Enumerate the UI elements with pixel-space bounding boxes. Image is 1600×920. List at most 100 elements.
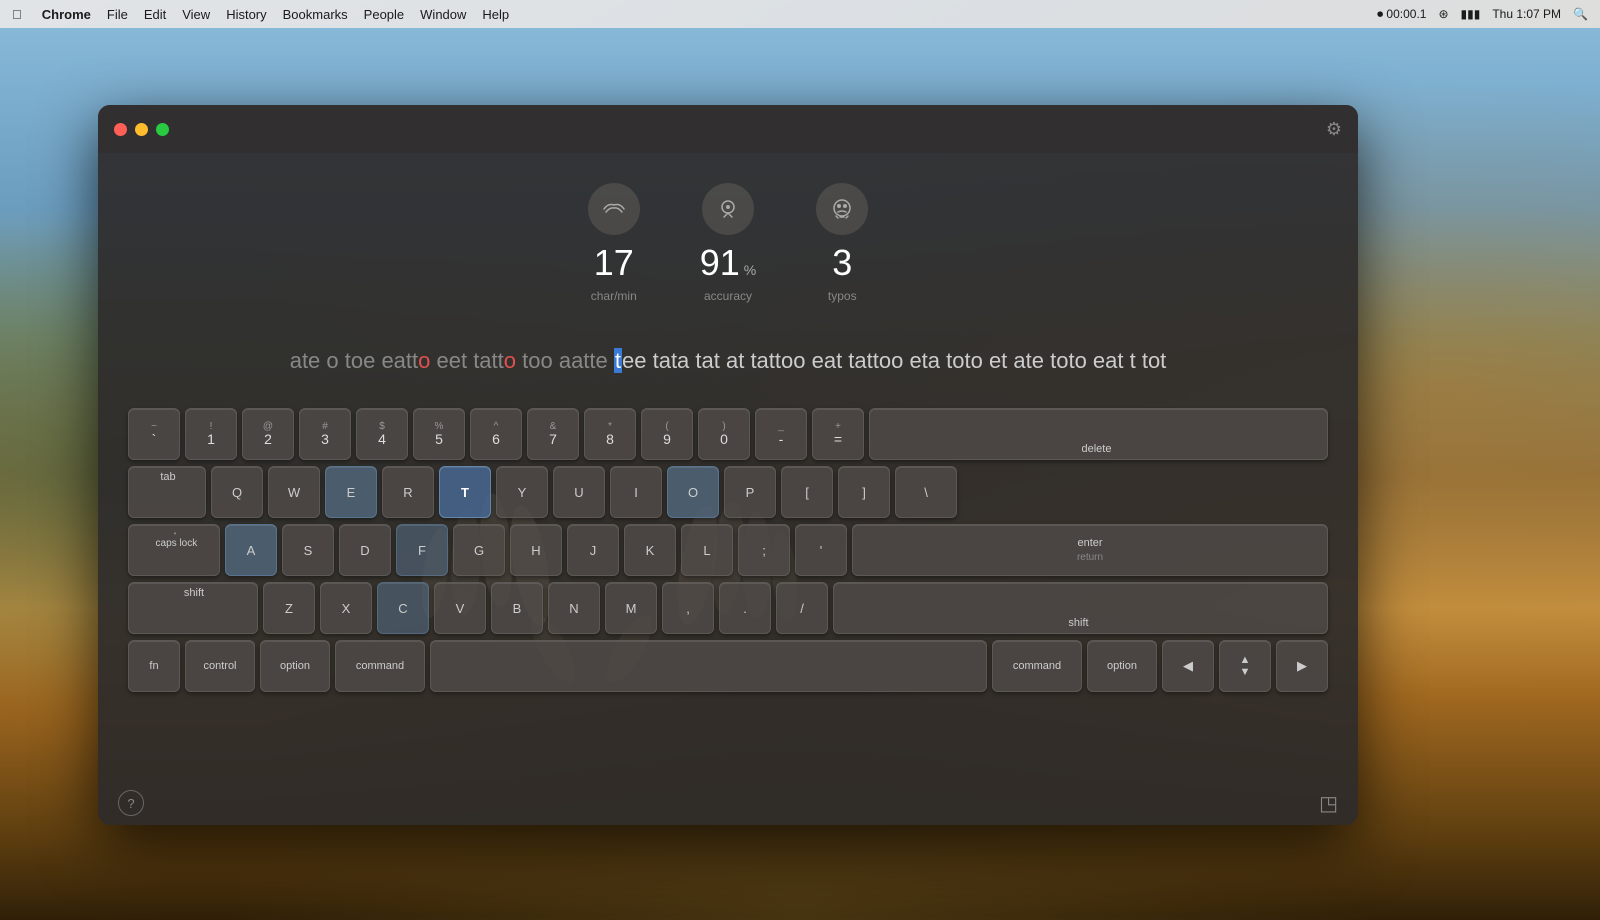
key-option-right[interactable]: option	[1087, 640, 1157, 692]
key-y[interactable]: Y	[496, 466, 548, 518]
key-s[interactable]: S	[282, 524, 334, 576]
key-equals[interactable]: +=	[812, 408, 864, 460]
key-5[interactable]: %5	[413, 408, 465, 460]
key-o[interactable]: O	[667, 466, 719, 518]
key-semicolon[interactable]: ;	[738, 524, 790, 576]
key-delete[interactable]: delete	[869, 408, 1328, 460]
timer-status: ⏺ 00:00.1	[1377, 7, 1426, 22]
title-bar: ⚙	[98, 105, 1358, 153]
menu-bar-left:  Chrome File Edit View History Bookmark…	[12, 7, 1377, 22]
key-b[interactable]: B	[491, 582, 543, 634]
key-a[interactable]: A	[225, 524, 277, 576]
key-x[interactable]: X	[320, 582, 372, 634]
typing-area: ate o toe eatto eet tatto too aatte tee …	[98, 323, 1358, 398]
key-7[interactable]: &7	[527, 408, 579, 460]
menu-chrome[interactable]: Chrome	[42, 7, 91, 22]
key-j[interactable]: J	[567, 524, 619, 576]
close-button[interactable]	[114, 123, 127, 136]
key-control[interactable]: control	[185, 640, 255, 692]
key-d[interactable]: D	[339, 524, 391, 576]
key-g[interactable]: G	[453, 524, 505, 576]
key-i[interactable]: I	[610, 466, 662, 518]
key-n[interactable]: N	[548, 582, 600, 634]
key-2[interactable]: @2	[242, 408, 294, 460]
key-3[interactable]: #3	[299, 408, 351, 460]
menu-file[interactable]: File	[107, 7, 128, 22]
key-row-numbers: ~` !1 @2 #3 $4 %5 ^6 &7 *8 (9 )0 _- += d…	[128, 408, 1328, 460]
key-spacebar[interactable]	[430, 640, 987, 692]
keyboard-container: ~` !1 @2 #3 $4 %5 ^6 &7 *8 (9 )0 _- += d…	[98, 398, 1358, 702]
key-backtick[interactable]: ~`	[128, 408, 180, 460]
key-p[interactable]: P	[724, 466, 776, 518]
key-shift-right[interactable]: shift	[833, 582, 1328, 634]
key-enter[interactable]: enter return	[852, 524, 1328, 576]
minimize-button[interactable]	[135, 123, 148, 136]
help-button[interactable]: ?	[118, 790, 144, 816]
maximize-button[interactable]	[156, 123, 169, 136]
key-8[interactable]: *8	[584, 408, 636, 460]
key-capslock[interactable]: • caps lock	[128, 524, 220, 576]
bottom-bar: ? ◳	[98, 781, 1358, 825]
key-command-right[interactable]: command	[992, 640, 1082, 692]
key-f[interactable]: F	[396, 524, 448, 576]
menu-people[interactable]: People	[364, 7, 404, 22]
menu-edit[interactable]: Edit	[144, 7, 166, 22]
key-r[interactable]: R	[382, 466, 434, 518]
key-shift-left[interactable]: shift	[128, 582, 258, 634]
key-6[interactable]: ^6	[470, 408, 522, 460]
key-4[interactable]: $4	[356, 408, 408, 460]
settings-icon[interactable]: ⚙	[1326, 119, 1342, 140]
key-q[interactable]: Q	[211, 466, 263, 518]
key-backslash[interactable]: \	[895, 466, 957, 518]
accuracy-icon	[702, 183, 754, 235]
menu-view[interactable]: View	[182, 7, 210, 22]
key-comma[interactable]: ,	[662, 582, 714, 634]
stat-speed: 17 char/min	[588, 183, 640, 303]
key-option-left[interactable]: option	[260, 640, 330, 692]
key-w[interactable]: W	[268, 466, 320, 518]
search-icon[interactable]: 🔍	[1573, 7, 1588, 21]
key-t[interactable]: T	[439, 466, 491, 518]
menu-bar:  Chrome File Edit View History Bookmark…	[0, 0, 1600, 28]
key-z[interactable]: Z	[263, 582, 315, 634]
key-close-bracket[interactable]: ]	[838, 466, 890, 518]
key-0[interactable]: )0	[698, 408, 750, 460]
key-9[interactable]: (9	[641, 408, 693, 460]
key-slash[interactable]: /	[776, 582, 828, 634]
key-l[interactable]: L	[681, 524, 733, 576]
stat-accuracy: 91 % accuracy	[700, 183, 757, 303]
key-h[interactable]: H	[510, 524, 562, 576]
traffic-lights	[114, 123, 169, 136]
key-arrow-right[interactable]: ▶	[1276, 640, 1328, 692]
key-1[interactable]: !1	[185, 408, 237, 460]
key-row-zxcv: shift Z X C V B N M , . / shift	[128, 582, 1328, 634]
speed-value: 17	[594, 245, 634, 281]
speed-label: char/min	[591, 289, 637, 303]
key-v[interactable]: V	[434, 582, 486, 634]
key-e[interactable]: E	[325, 466, 377, 518]
menu-window[interactable]: Window	[420, 7, 466, 22]
typos-label: typos	[828, 289, 857, 303]
key-open-bracket[interactable]: [	[781, 466, 833, 518]
key-k[interactable]: K	[624, 524, 676, 576]
key-minus[interactable]: _-	[755, 408, 807, 460]
key-tab[interactable]: tab	[128, 466, 206, 518]
menu-history[interactable]: History	[226, 7, 266, 22]
key-u[interactable]: U	[553, 466, 605, 518]
menu-bookmarks[interactable]: Bookmarks	[283, 7, 348, 22]
key-row-qwerty: tab Q W E R T Y U I O P [ ] \	[128, 466, 1328, 518]
key-fn[interactable]: fn	[128, 640, 180, 692]
stat-typos: 3 typos	[816, 183, 868, 303]
key-quote[interactable]: '	[795, 524, 847, 576]
key-period[interactable]: .	[719, 582, 771, 634]
clock: Thu 1:07 PM	[1492, 7, 1561, 21]
key-m[interactable]: M	[605, 582, 657, 634]
key-arrow-updown[interactable]: ▲ ▼	[1219, 640, 1271, 692]
key-c[interactable]: C	[377, 582, 429, 634]
apple-menu[interactable]: 	[12, 7, 22, 22]
battery-icon: ▮▮▮	[1461, 7, 1481, 21]
speed-icon	[588, 183, 640, 235]
key-command-left[interactable]: command	[335, 640, 425, 692]
menu-help[interactable]: Help	[482, 7, 509, 22]
key-arrow-left[interactable]: ◀	[1162, 640, 1214, 692]
